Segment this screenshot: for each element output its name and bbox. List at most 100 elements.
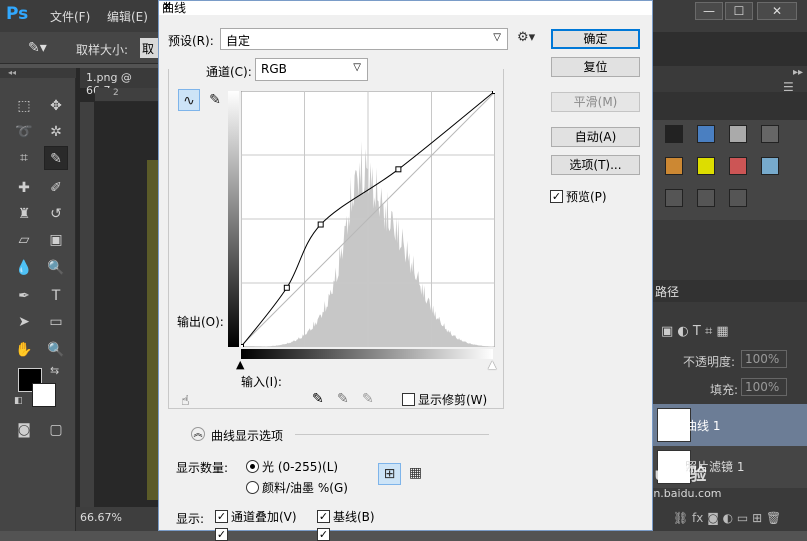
menu-file[interactable]: 文件(F) [50, 8, 90, 25]
photo-filter-icon[interactable] [665, 189, 683, 207]
black-point-slider[interactable]: ▲ [236, 358, 244, 371]
gray-eyedropper-icon[interactable]: ✎ [337, 391, 349, 407]
preset-gear-icon[interactable]: ⚙▾ [517, 30, 535, 45]
path-selection-icon[interactable]: ➤ [12, 310, 36, 334]
dodge-icon[interactable]: 🔍 [44, 256, 68, 280]
input-gradient-bar [241, 349, 493, 359]
exposure-icon[interactable] [761, 125, 779, 143]
section-divider [295, 434, 489, 435]
show-clipping-checkbox[interactable] [402, 393, 415, 406]
hand-icon[interactable]: ✋ [12, 338, 36, 362]
curve-graph[interactable] [241, 91, 495, 347]
minimize-button[interactable]: — [695, 2, 723, 20]
white-point-slider[interactable]: ▲ [488, 358, 496, 371]
history-brush-icon[interactable]: ↺ [44, 202, 68, 226]
preview-label: 预览(P) [566, 190, 607, 204]
paths-tab[interactable]: 路径 [655, 283, 679, 300]
histogram-checkbox[interactable]: ✓ [215, 528, 228, 541]
curve-point-tool-icon[interactable]: ∿ [178, 89, 200, 111]
preset-select[interactable]: 自定 ▽ [220, 28, 508, 50]
crop-icon[interactable]: ⌗ [12, 146, 36, 170]
black-eyedropper-icon[interactable]: ✎ [312, 391, 324, 407]
brush-icon[interactable]: ✐ [44, 176, 68, 200]
adjustments-header [653, 92, 807, 120]
zoom-status: 66.67% [76, 507, 158, 531]
vertical-ruler [80, 102, 94, 507]
layer-actions-bar[interactable]: ⛓ fx ◙ ◐ ▭ ⊞ 🗑 [653, 507, 807, 531]
image-canvas [147, 160, 158, 500]
dialog-close-icon[interactable]: ✕ [162, 0, 642, 13]
white-eyedropper-icon[interactable]: ✎ [362, 391, 374, 407]
curve-control-point[interactable] [241, 344, 244, 348]
detailed-grid-icon[interactable]: ▦ [404, 463, 427, 485]
default-colors-icon[interactable]: ◧ [14, 396, 23, 406]
app-close-button[interactable]: ✕ [757, 2, 797, 20]
zoom-icon[interactable]: 🔍 [44, 338, 68, 362]
panel-collapse-icon[interactable]: ▸▸ [793, 67, 803, 78]
curve-control-point[interactable] [317, 221, 324, 228]
preset-value: 自定 [226, 34, 251, 48]
preview-checkbox[interactable]: ✓ [550, 190, 563, 203]
stamp-icon[interactable]: ♜ [12, 202, 36, 226]
tools-collapse-icon[interactable]: ◂◂ [0, 68, 76, 78]
maximize-button[interactable]: ☐ [725, 2, 753, 20]
intersection-line-checkbox[interactable]: ✓ [317, 528, 330, 541]
curve-control-point[interactable] [283, 284, 290, 291]
healing-brush-icon[interactable]: ✚ [12, 176, 36, 200]
swap-colors-icon[interactable]: ⇆ [50, 364, 59, 377]
pigment-radio[interactable] [246, 481, 259, 494]
move-icon[interactable]: ✥ [44, 94, 68, 118]
light-radio[interactable] [246, 460, 259, 473]
auto-button[interactable]: 自动(A) [551, 127, 640, 147]
channel-mixer-icon[interactable] [697, 189, 715, 207]
quick-mask-icon[interactable]: ◙ [12, 418, 36, 442]
brightness-icon[interactable] [665, 125, 683, 143]
collapse-options-icon[interactable]: ︽ [191, 427, 205, 441]
channel-overlay-label: 通道叠加(V) [231, 510, 297, 524]
reset-button[interactable]: 复位 [551, 57, 640, 77]
channel-overlay-checkbox[interactable]: ✓ [215, 510, 228, 523]
curves-adj-icon[interactable] [729, 125, 747, 143]
color-balance-icon[interactable] [729, 157, 747, 175]
layers-tab-bar: 路径 [653, 280, 807, 302]
baseline-checkbox[interactable]: ✓ [317, 510, 330, 523]
layer-filter-icons[interactable]: ▣ ◐ T ⌗ ▦ [661, 324, 729, 339]
marquee-icon[interactable]: ⬚ [12, 94, 36, 118]
background-color-swatch[interactable] [32, 383, 56, 407]
color-lookup-icon[interactable] [729, 189, 747, 207]
output-label: 输出(O): [177, 315, 224, 329]
eyedropper-option-icon[interactable]: ✎▾ [28, 40, 47, 56]
document-tab[interactable]: 1.png @ 66.7 [80, 68, 158, 97]
options-button[interactable]: 选项(T)... [551, 155, 640, 175]
channel-select[interactable]: RGB ▽ [255, 58, 368, 81]
blur-icon[interactable]: 💧 [12, 256, 36, 280]
type-icon[interactable]: T [44, 284, 68, 308]
sample-size-select[interactable]: 取 [140, 38, 158, 58]
opacity-input[interactable]: 100% [741, 350, 787, 368]
eyedropper-icon[interactable]: ✎ [44, 146, 68, 170]
simple-grid-icon[interactable]: ⊞ [378, 463, 401, 485]
menu-edit[interactable]: 编辑(E) [107, 8, 148, 25]
gradient-icon[interactable]: ▣ [44, 228, 68, 252]
baseline-label: 基线(B) [333, 510, 375, 524]
layer-row-curves[interactable]: 曲线 1 [653, 404, 807, 446]
channel-value: RGB [261, 62, 287, 76]
pen-icon[interactable]: ✒ [12, 284, 36, 308]
pencil-tool-icon[interactable]: ✎ [204, 89, 226, 111]
levels-icon[interactable] [697, 125, 715, 143]
smooth-button[interactable]: 平滑(M) [551, 92, 640, 112]
hue-icon[interactable] [697, 157, 715, 175]
vibrance-icon[interactable] [665, 157, 683, 175]
show-label: 显示: [176, 512, 205, 526]
bw-icon[interactable] [761, 157, 779, 175]
target-adjust-hand-icon[interactable]: ☝ [181, 393, 190, 409]
rectangle-icon[interactable]: ▭ [44, 310, 68, 334]
lasso-icon[interactable]: ➰ [12, 120, 36, 144]
magic-wand-icon[interactable]: ✲ [44, 120, 68, 144]
eraser-icon[interactable]: ▱ [12, 228, 36, 252]
ok-button[interactable]: 确定 [551, 29, 640, 49]
curve-control-point[interactable] [492, 91, 496, 94]
curve-control-point[interactable] [395, 166, 402, 173]
fill-input[interactable]: 100% [741, 378, 787, 396]
screen-mode-icon[interactable]: ▢ [44, 418, 68, 442]
